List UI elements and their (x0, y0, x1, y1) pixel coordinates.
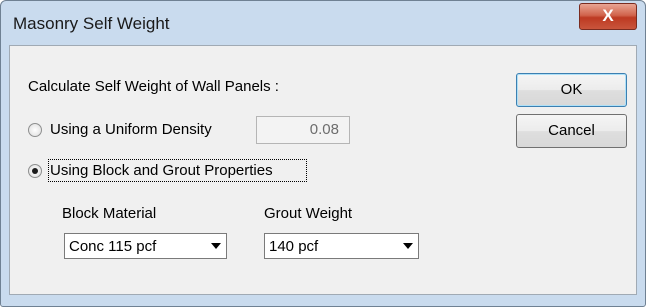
block-grout-radio[interactable] (28, 164, 42, 178)
title-bar[interactable]: Masonry Self Weight X (1, 1, 645, 45)
window-title: Masonry Self Weight (13, 14, 170, 33)
uniform-density-input[interactable]: 0.08 (256, 116, 350, 144)
chevron-down-icon[interactable] (207, 235, 225, 257)
grout-weight-label: Grout Weight (264, 205, 353, 222)
block-material-select[interactable]: Conc 115 pcf (64, 233, 227, 259)
block-material-label: Block Material (62, 205, 157, 222)
radio-selected-dot (32, 168, 38, 174)
dialog-window: Masonry Self Weight X Calculate Self Wei… (0, 0, 646, 307)
dialog-client-area: Calculate Self Weight of Wall Panels : U… (9, 45, 637, 295)
close-button[interactable]: X (579, 3, 637, 30)
grout-weight-select[interactable]: 140 pcf (264, 233, 419, 259)
uniform-density-label[interactable]: Using a Uniform Density (50, 121, 212, 138)
close-icon: X (602, 6, 614, 25)
grout-weight-value: 140 pcf (269, 238, 319, 255)
chevron-down-icon[interactable] (399, 235, 417, 257)
cancel-button[interactable]: Cancel (516, 114, 627, 148)
self-weight-heading: Calculate Self Weight of Wall Panels : (28, 78, 279, 95)
block-material-value: Conc 115 pcf (69, 238, 157, 255)
uniform-density-radio[interactable] (28, 123, 42, 137)
focus-rectangle (48, 159, 307, 182)
ok-button[interactable]: OK (516, 73, 627, 107)
